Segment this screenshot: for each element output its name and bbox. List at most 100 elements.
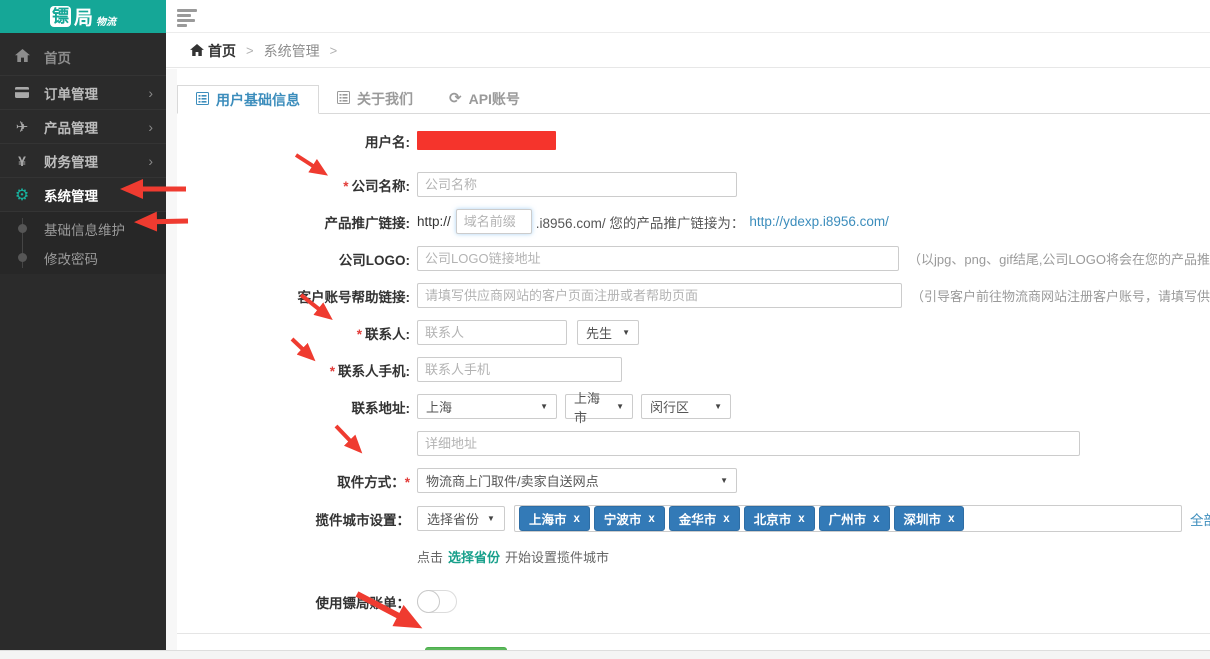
row-address: 联系地址: 上海 ▼ 上海市 ▼ 闵行区 ▼ [177,394,1210,419]
caret-down-icon: ▼ [720,476,728,485]
close-icon[interactable]: x [798,513,804,525]
city-select[interactable]: 上海市 ▼ [565,394,633,419]
breadcrumb-separator: > [330,43,338,58]
close-icon[interactable]: x [723,513,729,525]
sidebar-item-finance[interactable]: ¥ 财务管理 › [0,144,166,178]
row-contact: *联系人: 先生 ▼ [177,320,1210,345]
row-company-name: *公司名称: [177,172,1210,197]
district-value: 闵行区 [650,397,689,416]
billing-label: 使用镖局账单： [177,592,417,612]
city-value: 上海市 [574,388,608,426]
row-pickup-cities: 揽件城市设置： 选择省份 ▼ 上海市x 宁波市x 金华市x 北京市x 广州市x … [177,505,1210,532]
row-username: 用户名: [177,128,1210,153]
clear-all-link[interactable]: 全部清 [1190,509,1210,529]
username-label: 用户名: [177,131,417,151]
breadcrumb-home[interactable]: 首页 [190,41,236,61]
province-select[interactable]: 上海 ▼ [417,394,557,419]
pickup-method-select[interactable]: 物流商上门取件/卖家自送网点 ▼ [417,468,737,493]
contact-title-select[interactable]: 先生 ▼ [577,320,639,345]
dot-icon [18,253,27,262]
row-billing-toggle: 使用镖局账单： [177,589,1210,614]
save-row: 保存修改 [177,634,1210,650]
close-icon[interactable]: x [573,513,579,525]
tab-label: API账号 [469,89,520,109]
tab-label: 关于我们 [357,89,413,109]
tab-about-us[interactable]: 关于我们 [319,84,431,113]
row-help-link: 客户账号帮助链接: （引导客户前往物流商网站注册客户账号，请填写供 [177,283,1210,308]
row-contact-phone: *联系人手机: [177,357,1210,382]
breadcrumb-section[interactable]: 系统管理 [264,41,320,61]
logo-glyph: 镖 [50,6,71,27]
contact-title-value: 先生 [586,323,612,342]
row-address-detail [177,431,1210,456]
caret-down-icon: ▼ [622,328,630,337]
row-company-logo: 公司LOGO: （以jpg、png、gif结尾,公司LOGO将会在您的产品推 [177,246,1210,271]
dot-icon [18,224,27,233]
sidebar-item-orders[interactable]: 订单管理 › [0,76,166,110]
tab-bar: 用户基础信息 关于我们 ⟳ API账号 [177,84,1210,114]
promo-link-url[interactable]: http://ydexp.i8956.com/ [749,214,889,229]
contact-phone-label: *联系人手机: [177,360,417,380]
row-cities-hint: 点击 选择省份 开始设置揽件城市 [177,544,1210,569]
select-province-button-label: 选择省份 [427,509,479,528]
tab-user-basic-info[interactable]: 用户基础信息 [177,85,319,114]
breadcrumb-home-icon [190,43,204,59]
promo-protocol-text: http:// [417,214,451,229]
city-tag: 宁波市x [594,506,665,531]
promo-link-label: 产品推广链接: [177,212,417,232]
close-icon[interactable]: x [873,513,879,525]
tab-label: 用户基础信息 [216,90,300,110]
close-icon[interactable]: x [948,513,954,525]
district-select[interactable]: 闵行区 ▼ [641,394,731,419]
sidebar: 镖 局 物流 首页 订单管理 › ✈ 产品管理 › ¥ 财务管理 › [0,0,166,650]
user-basic-info-form: 用户名: *公司名称: 产品推广链接: http:// .i8956.com/ … [177,114,1210,650]
hamburger-icon[interactable] [177,9,199,25]
company-logo-note: （以jpg、png、gif结尾,公司LOGO将会在您的产品推 [908,249,1210,268]
cities-hint-select-province-link[interactable]: 选择省份 [448,547,500,566]
caret-down-icon: ▼ [714,402,722,411]
sidebar-item-products[interactable]: ✈ 产品管理 › [0,110,166,144]
tab-api-account[interactable]: ⟳ API账号 [431,84,538,113]
app-logo[interactable]: 镖 局 物流 [0,0,166,33]
refresh-icon: ⟳ [449,91,462,106]
caret-down-icon: ▼ [616,402,624,411]
cities-hint-suffix: 开始设置揽件城市 [505,547,609,566]
cities-hint-prefix: 点击 [417,547,443,566]
page-footer [0,650,1210,659]
pickup-method-label: 取件方式：* [177,471,417,491]
help-link-label: 客户账号帮助链接: [177,286,417,306]
domain-prefix-input[interactable] [456,209,532,234]
sidebar-item-label: 首页 [44,47,71,67]
sidebar-subitem-basic-info[interactable]: 基础信息维护 [0,214,166,243]
address-detail-input[interactable] [417,431,1080,456]
breadcrumb: 首页 > 系统管理 > [166,34,1210,68]
help-link-input[interactable] [417,283,902,308]
contact-input[interactable] [417,320,567,345]
close-icon[interactable]: x [648,513,654,525]
pickup-method-value: 物流商上门取件/卖家自送网点 [426,471,599,490]
contact-phone-input[interactable] [417,357,622,382]
plane-icon: ✈ [0,118,44,136]
chevron-right-icon: › [148,85,153,101]
billing-toggle[interactable] [417,590,457,613]
company-name-input[interactable] [417,172,737,197]
required-star: * [405,475,410,490]
sidebar-subitem-change-password[interactable]: 修改密码 [0,243,166,272]
caret-down-icon: ▼ [487,514,495,523]
required-star: * [343,179,348,194]
address-label: 联系地址: [177,397,417,417]
sidebar-submenu: 基础信息维护 修改密码 [0,212,166,274]
sidebar-subitem-label: 基础信息维护 [44,219,125,239]
company-logo-label: 公司LOGO: [177,249,417,269]
city-tag: 深圳市x [894,506,965,531]
sidebar-item-home[interactable]: 首页 [0,39,166,76]
required-star: * [357,327,362,342]
select-province-button[interactable]: 选择省份 ▼ [417,506,505,531]
caret-down-icon: ▼ [540,402,548,411]
yen-icon: ¥ [0,153,44,169]
company-logo-input[interactable] [417,246,899,271]
top-bar [166,0,1210,33]
sidebar-item-system[interactable]: ⚙ 系统管理 [0,178,166,212]
help-link-note: （引导客户前往物流商网站注册客户账号，请填写供 [911,286,1210,305]
home-icon [0,49,44,65]
